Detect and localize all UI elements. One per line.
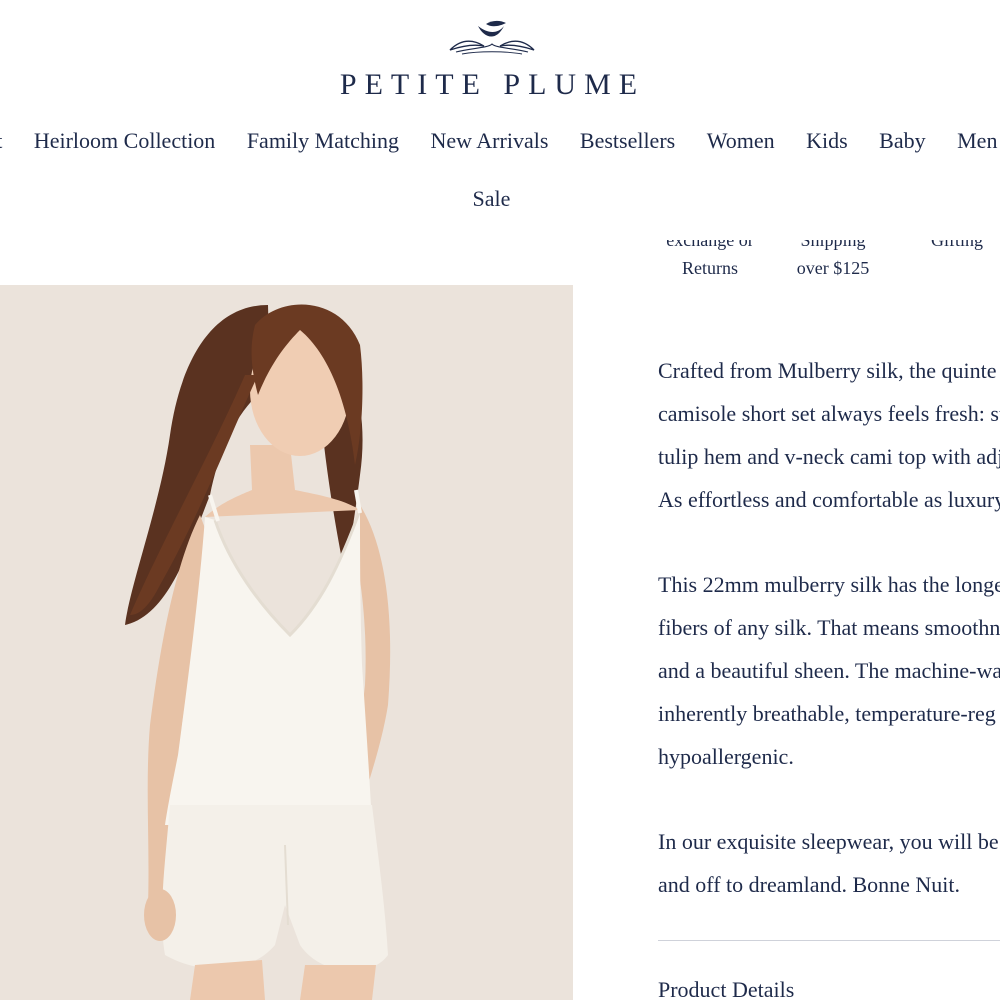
nav-item-family-matching[interactable]: Family Matching xyxy=(247,128,399,154)
benefit-returns-line2: Returns xyxy=(682,258,738,278)
description-paragraph-2: This 22mm mulberry silk has the longe fi… xyxy=(658,563,1000,778)
description-line: and a beautiful sheen. The machine-wa xyxy=(658,658,1000,683)
nav-item-baby[interactable]: Baby xyxy=(879,128,925,154)
description-paragraph-1: Crafted from Mulberry silk, the quinte c… xyxy=(658,349,1000,521)
benefit-shipping-line2: over $125 xyxy=(796,258,870,278)
description-line: In our exquisite sleepwear, you will be … xyxy=(658,829,1000,854)
product-image[interactable] xyxy=(0,285,573,1000)
benefit-gifting-line1: Gifting xyxy=(931,240,983,250)
product-description: Crafted from Mulberry silk, the quinte c… xyxy=(658,349,1000,948)
nav-item-partial[interactable]: lit xyxy=(0,128,2,154)
benefit-shipping: Shipping over $125 xyxy=(772,240,894,282)
description-line: inherently breathable, temperature-reg xyxy=(658,701,996,726)
benefit-returns-line1: exchange or xyxy=(666,240,754,250)
description-line: This 22mm mulberry silk has the longe xyxy=(658,572,1000,597)
description-line: hypoallergenic. xyxy=(658,744,794,769)
nav-item-new-arrivals[interactable]: New Arrivals xyxy=(430,128,548,154)
nav-item-sale[interactable]: Sale xyxy=(0,186,983,212)
nav-item-men[interactable]: Men xyxy=(957,128,997,154)
feather-plume-icon xyxy=(449,20,535,55)
nav-item-bestsellers[interactable]: Bestsellers xyxy=(580,128,675,154)
benefit-returns: exchange or Returns xyxy=(640,240,780,282)
main-nav: lit Heirloom Collection Family Matching … xyxy=(0,128,1000,154)
product-details-toggle[interactable]: Product Details xyxy=(658,977,794,1000)
description-line: fibers of any silk. That means smoothne xyxy=(658,615,1000,640)
description-line: Crafted from Mulberry silk, the quinte xyxy=(658,358,997,383)
nav-item-women[interactable]: Women xyxy=(707,128,775,154)
nav-item-heirloom-collection[interactable]: Heirloom Collection xyxy=(34,128,215,154)
section-divider xyxy=(658,940,1000,941)
description-line: and off to dreamland. Bonne Nuit. xyxy=(658,872,961,897)
description-paragraph-3: In our exquisite sleepwear, you will be … xyxy=(658,820,1000,906)
nav-item-kids[interactable]: Kids xyxy=(806,128,848,154)
description-line: tulip hem and v-neck cami top with adj xyxy=(658,444,1000,469)
description-line: As effortless and comfortable as luxury xyxy=(658,487,1000,512)
benefit-shipping-line1: Shipping xyxy=(800,240,866,250)
model-photo xyxy=(0,285,573,1000)
description-line: camisole short set always feels fresh: s… xyxy=(658,401,1000,426)
benefit-gifting: Gifting xyxy=(914,240,1000,254)
brand-name: PETITE PLUME xyxy=(339,68,646,101)
brand-logo[interactable]: PETITE PLUME xyxy=(0,18,1000,108)
